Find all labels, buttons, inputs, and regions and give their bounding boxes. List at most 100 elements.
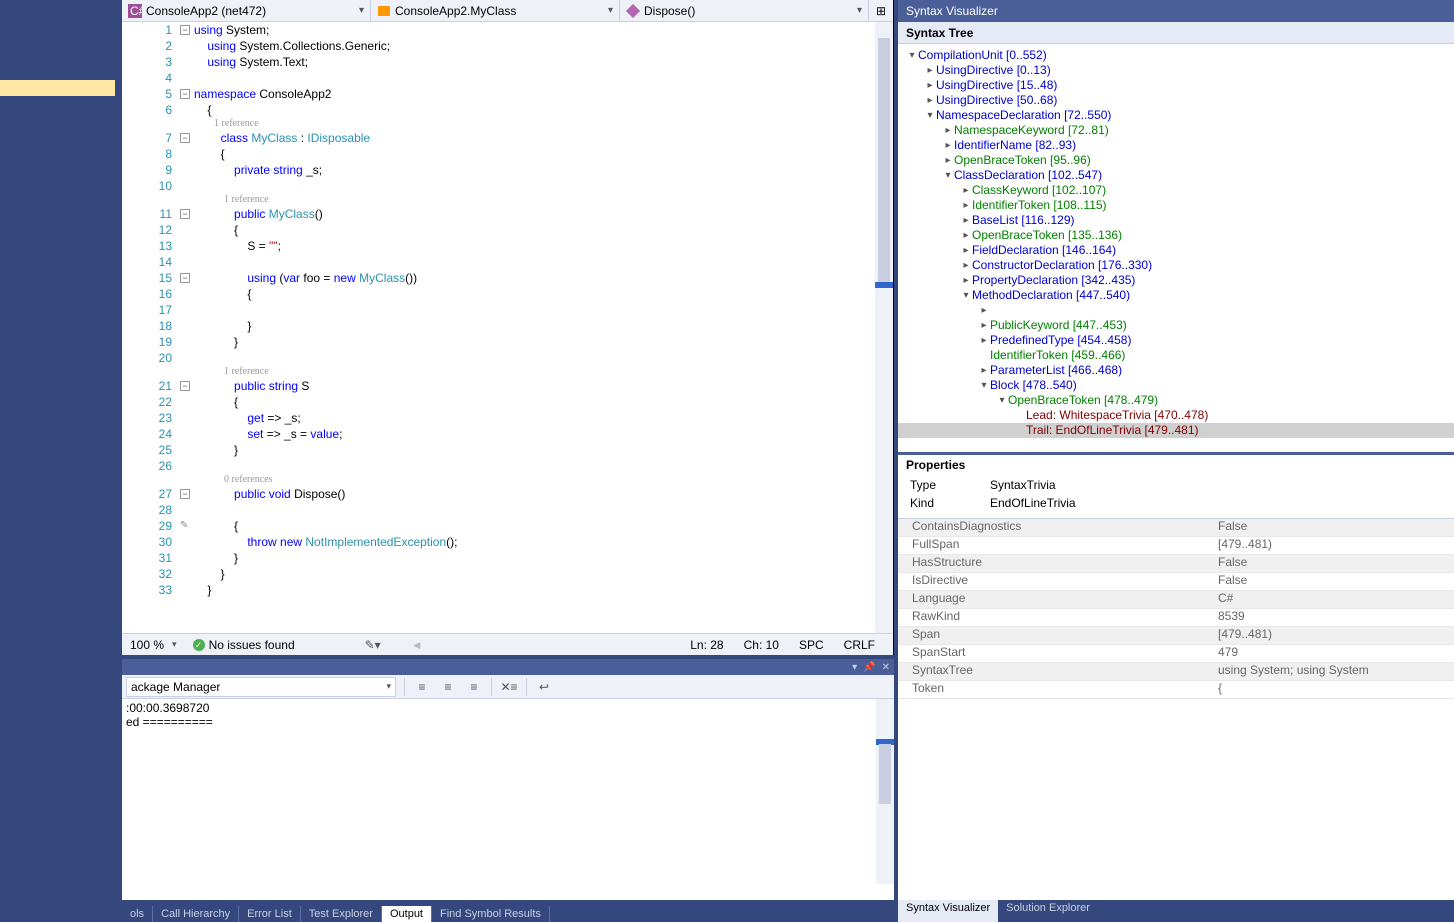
- tree-node[interactable]: ▸BaseList [116..129): [898, 213, 1454, 228]
- code-line[interactable]: }: [194, 442, 875, 458]
- code-line[interactable]: [194, 598, 875, 614]
- output-btn-3[interactable]: ≡: [463, 677, 485, 697]
- code-line[interactable]: [194, 254, 875, 270]
- right-tab-syntax-visualizer[interactable]: Syntax Visualizer: [898, 900, 998, 922]
- nav-member-combo[interactable]: Dispose() ▾: [620, 0, 869, 21]
- fold-toggle[interactable]: −: [180, 209, 190, 219]
- tree-node[interactable]: ▸FieldDeclaration [146..164): [898, 243, 1454, 258]
- code-line[interactable]: {: [194, 222, 875, 238]
- tree-expander-icon[interactable]: ▸: [978, 303, 990, 318]
- properties-grid[interactable]: ContainsDiagnosticsFalseFullSpan[479..48…: [898, 518, 1454, 699]
- tree-expander-icon[interactable]: ▸: [924, 93, 936, 108]
- tree-node[interactable]: ▸ParameterList [466..468): [898, 363, 1454, 378]
- code-line[interactable]: using System;: [194, 22, 875, 38]
- tree-node[interactable]: ▸: [898, 303, 1454, 318]
- property-grid-row[interactable]: FullSpan[479..481): [898, 537, 1454, 555]
- indent-mode[interactable]: SPC: [799, 638, 824, 652]
- code-line[interactable]: private string _s;: [194, 162, 875, 178]
- property-grid-row[interactable]: SyntaxTreeusing System; using System: [898, 663, 1454, 681]
- property-grid-row[interactable]: SpanStart479: [898, 645, 1454, 663]
- tree-expander-icon[interactable]: ▸: [924, 78, 936, 93]
- code-content[interactable]: using System; using System.Collections.G…: [194, 22, 875, 633]
- code-line[interactable]: public MyClass(): [194, 206, 875, 222]
- code-line[interactable]: }: [194, 334, 875, 350]
- code-line[interactable]: }: [194, 550, 875, 566]
- tree-node[interactable]: ▾MethodDeclaration [447..540): [898, 288, 1454, 303]
- tree-expander-icon[interactable]: ▾: [996, 393, 1008, 408]
- tree-expander-icon[interactable]: ▾: [978, 378, 990, 393]
- code-line[interactable]: set => _s = value;: [194, 426, 875, 442]
- tree-expander-icon[interactable]: ▸: [978, 363, 990, 378]
- clear-all-icon[interactable]: ✕≡: [498, 677, 520, 697]
- fold-toggle[interactable]: −: [180, 89, 190, 99]
- bottom-tab-test-explorer[interactable]: Test Explorer: [301, 906, 382, 922]
- tree-expander-icon[interactable]: ▸: [924, 63, 936, 78]
- tree-expander-icon[interactable]: ▸: [978, 318, 990, 333]
- zoom-level[interactable]: 100 %: [130, 638, 164, 652]
- tree-expander-icon[interactable]: ▸: [960, 273, 972, 288]
- property-grid-row[interactable]: ContainsDiagnosticsFalse: [898, 519, 1454, 537]
- codelens-references[interactable]: 1 reference: [194, 194, 875, 206]
- code-line[interactable]: using System.Text;: [194, 54, 875, 70]
- tree-node[interactable]: ▸IdentifierName [82..93): [898, 138, 1454, 153]
- tree-node[interactable]: ▸PublicKeyword [447..453): [898, 318, 1454, 333]
- tree-node[interactable]: IdentifierToken [459..466): [898, 348, 1454, 363]
- code-line[interactable]: {: [194, 102, 875, 118]
- codelens-references[interactable]: 1 reference: [194, 118, 875, 130]
- tree-node[interactable]: ▸UsingDirective [50..68): [898, 93, 1454, 108]
- fold-toggle[interactable]: −: [180, 133, 190, 143]
- pin-icon[interactable]: 📌: [863, 662, 875, 673]
- fold-column[interactable]: −−−−−−−: [180, 22, 194, 633]
- tree-node[interactable]: ▸OpenBraceToken [135..136): [898, 228, 1454, 243]
- code-line[interactable]: }: [194, 318, 875, 334]
- tree-node[interactable]: ▾NamespaceDeclaration [72..550): [898, 108, 1454, 123]
- code-line[interactable]: public string S: [194, 378, 875, 394]
- code-line[interactable]: S = "";: [194, 238, 875, 254]
- code-line[interactable]: [194, 302, 875, 318]
- tree-expander-icon[interactable]: ▾: [924, 108, 936, 123]
- tree-expander-icon[interactable]: ▸: [942, 138, 954, 153]
- tree-node[interactable]: ▸UsingDirective [0..13): [898, 63, 1454, 78]
- code-line[interactable]: ✎ {: [194, 518, 875, 534]
- code-line[interactable]: [194, 70, 875, 86]
- word-wrap-icon[interactable]: ↩: [533, 677, 555, 697]
- code-line[interactable]: using (var foo = new MyClass()): [194, 270, 875, 286]
- tree-node[interactable]: ▸PredefinedType [454..458): [898, 333, 1454, 348]
- tree-node[interactable]: ▸IdentifierToken [108..115): [898, 198, 1454, 213]
- code-line[interactable]: namespace ConsoleApp2: [194, 86, 875, 102]
- tree-node[interactable]: ▾OpenBraceToken [478..479): [898, 393, 1454, 408]
- tree-node[interactable]: ▸ConstructorDeclaration [176..330): [898, 258, 1454, 273]
- code-line[interactable]: [194, 458, 875, 474]
- tree-expander-icon[interactable]: ▾: [906, 48, 918, 63]
- output-scrollbar[interactable]: [876, 699, 894, 884]
- collapsed-panel-tab[interactable]: [0, 80, 115, 96]
- tree-expander-icon[interactable]: ▸: [942, 153, 954, 168]
- codelens-references[interactable]: 1 reference: [194, 366, 875, 378]
- nav-back-icon[interactable]: ◄: [411, 638, 423, 652]
- property-grid-row[interactable]: LanguageC#: [898, 591, 1454, 609]
- property-grid-row[interactable]: RawKind8539: [898, 609, 1454, 627]
- tree-expander-icon[interactable]: ▸: [960, 243, 972, 258]
- property-grid-row[interactable]: Span[479..481): [898, 627, 1454, 645]
- tree-expander-icon[interactable]: ▸: [960, 228, 972, 243]
- tree-expander-icon[interactable]: ▸: [960, 198, 972, 213]
- property-grid-row[interactable]: IsDirectiveFalse: [898, 573, 1454, 591]
- code-line[interactable]: [194, 178, 875, 194]
- scrollbar-thumb[interactable]: [878, 38, 890, 288]
- tree-node[interactable]: ▸PropertyDeclaration [342..435): [898, 273, 1454, 288]
- tree-node[interactable]: Trail: EndOfLineTrivia [479..481): [898, 423, 1454, 438]
- output-text[interactable]: :00:00.3698720 ed ==========: [122, 699, 894, 900]
- output-btn-1[interactable]: ≡: [411, 677, 433, 697]
- window-position-icon[interactable]: ▾: [852, 662, 857, 673]
- code-line[interactable]: }: [194, 566, 875, 582]
- fold-toggle[interactable]: −: [180, 25, 190, 35]
- code-line[interactable]: {: [194, 394, 875, 410]
- code-line[interactable]: class MyClass : IDisposable: [194, 130, 875, 146]
- bottom-tab-find-symbol-results[interactable]: Find Symbol Results: [432, 906, 550, 922]
- nav-split-button[interactable]: ⊞: [869, 0, 893, 21]
- tree-node[interactable]: ▾Block [478..540): [898, 378, 1454, 393]
- tree-node[interactable]: ▾CompilationUnit [0..552): [898, 48, 1454, 63]
- tree-expander-icon[interactable]: ▾: [960, 288, 972, 303]
- scrollbar-thumb[interactable]: [879, 744, 891, 804]
- codelens-references[interactable]: 0 references: [194, 474, 875, 486]
